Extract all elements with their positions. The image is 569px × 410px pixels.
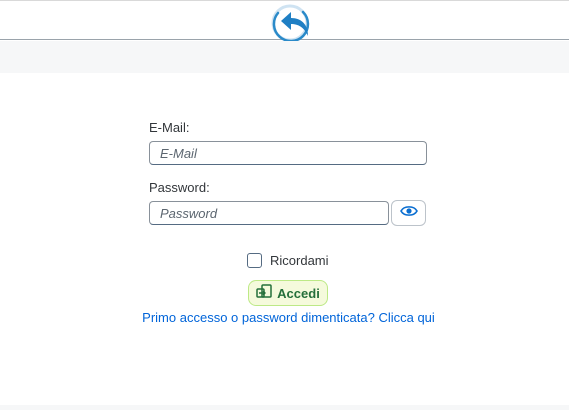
header-bar bbox=[0, 0, 569, 43]
remember-me-checkbox[interactable]: Ricordami bbox=[247, 253, 329, 268]
checkbox-box[interactable] bbox=[247, 253, 262, 268]
login-panel bbox=[0, 73, 569, 405]
login-icon bbox=[256, 283, 272, 303]
remember-me-label: Ricordami bbox=[270, 253, 329, 268]
email-label: E-Mail: bbox=[149, 120, 190, 135]
password-field[interactable] bbox=[149, 201, 389, 225]
header-shadow-band bbox=[0, 41, 569, 73]
footer-band bbox=[0, 405, 569, 410]
eye-icon bbox=[399, 204, 418, 222]
back-arrow-circle-logo-icon[interactable] bbox=[270, 3, 314, 43]
login-button-label: Accedi bbox=[277, 285, 320, 301]
email-field[interactable] bbox=[149, 141, 427, 165]
first-access-link[interactable]: Primo accesso o password dimenticata? Cl… bbox=[0, 310, 569, 325]
password-label: Password: bbox=[149, 180, 210, 195]
login-button[interactable]: Accedi bbox=[248, 280, 328, 306]
show-password-button[interactable] bbox=[391, 200, 426, 226]
